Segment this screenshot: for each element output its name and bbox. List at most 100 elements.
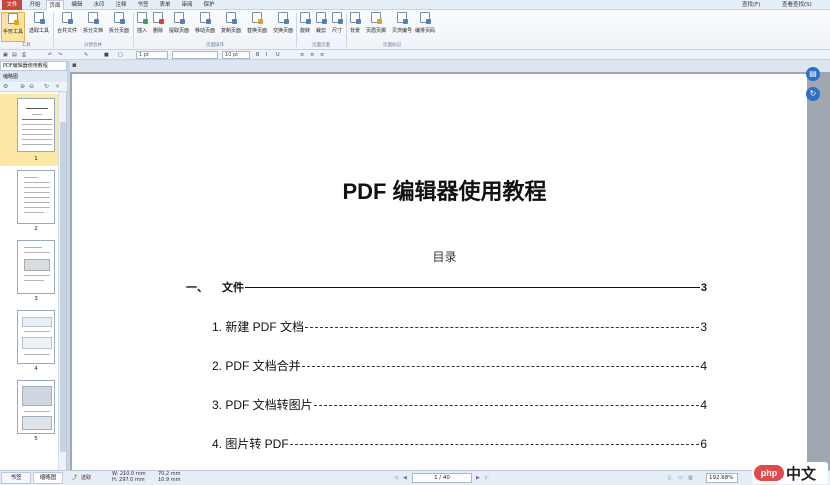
- page-number-button[interactable]: 编排页码: [414, 12, 436, 42]
- tab-review[interactable]: 审阅: [178, 0, 196, 10]
- toc-page: 4: [700, 359, 707, 373]
- pen-icon[interactable]: ✎: [84, 51, 88, 59]
- tab-annotate[interactable]: 注释: [112, 0, 130, 10]
- copy-icon: [226, 12, 237, 24]
- size-icon: [332, 12, 343, 24]
- insert-button[interactable]: 插入: [135, 12, 149, 42]
- toc-text: 文件: [222, 282, 244, 294]
- save-icon[interactable]: ▤: [12, 51, 17, 59]
- open-icon[interactable]: ▣: [3, 51, 8, 59]
- facing-page-icon[interactable]: ▥: [688, 473, 693, 483]
- cursor-icon: [34, 12, 45, 24]
- tab-file[interactable]: 文件: [2, 0, 22, 10]
- document-tab[interactable]: PDF编辑器使用教程: [0, 61, 67, 71]
- page-indicator[interactable]: 1 / 40: [412, 473, 472, 483]
- bates-number-button[interactable]: 贝茨编号: [390, 12, 414, 42]
- line-width-select[interactable]: 1 pt: [136, 51, 168, 59]
- rotate-thumb-icon[interactable]: ↻: [44, 84, 49, 90]
- copy-page-button[interactable]: 复制页面: [219, 12, 243, 42]
- thumbnail-page[interactable]: 1: [0, 94, 58, 166]
- toc-entry[interactable]: 一、 文件 3: [186, 279, 707, 295]
- chat-icon[interactable]: ▤: [806, 67, 820, 81]
- cursor-y: 10.9 mm: [158, 477, 181, 483]
- status-bar: 书签 缩略图 ⤴ 选取 W: 210.0 mm H: 297.0 mm 70.2…: [0, 470, 830, 485]
- single-page-icon[interactable]: ▯: [668, 473, 671, 483]
- zoom-out-icon[interactable]: ⊖: [29, 84, 34, 90]
- tab-thumbnails[interactable]: 缩略图: [33, 472, 63, 484]
- group-label-page-ops: 页面操作: [206, 43, 224, 48]
- thumbnail-page[interactable]: 5: [17, 380, 55, 450]
- tab-form[interactable]: 表单: [156, 0, 174, 10]
- extract-page-button[interactable]: 提取页面: [167, 12, 191, 42]
- swap-page-button[interactable]: 交换页面: [271, 12, 295, 42]
- last-page-icon[interactable]: ▷: [485, 473, 489, 483]
- border-color-icon[interactable]: □: [118, 51, 123, 59]
- tab-page[interactable]: 页面: [46, 0, 64, 10]
- font-select[interactable]: [172, 51, 218, 59]
- tab-watermark[interactable]: 水印: [90, 0, 108, 10]
- undo-icon[interactable]: ↶: [48, 51, 52, 59]
- find-button[interactable]: 查找(F): [742, 0, 760, 10]
- move-page-button[interactable]: 移动页面: [193, 12, 217, 42]
- tab-bookmarks[interactable]: 书签: [1, 472, 31, 484]
- toc-entry[interactable]: 4. 图片转 PDF 6: [212, 435, 707, 452]
- page-options-icon[interactable]: ⚙: [3, 84, 8, 90]
- zoom-in-icon[interactable]: ⊕: [20, 84, 25, 90]
- sync-icon[interactable]: ↻: [806, 87, 820, 101]
- prev-page-icon[interactable]: ◀: [403, 473, 407, 483]
- toc-entry[interactable]: 2. PDF 文档合并 4: [212, 357, 707, 374]
- scrollbar-thumb[interactable]: [60, 122, 66, 452]
- thumbnail-page[interactable]: 4: [17, 310, 55, 378]
- toc-page: 3: [700, 282, 707, 294]
- underline-icon[interactable]: U: [276, 51, 280, 59]
- zoom-select[interactable]: 192.68%: [706, 473, 738, 483]
- background-button[interactable]: 背景: [348, 12, 362, 42]
- delete-button[interactable]: 删除: [151, 12, 165, 42]
- hand-tool-button[interactable]: 手形工具: [1, 12, 25, 42]
- next-page-icon[interactable]: ▶: [476, 473, 480, 483]
- tab-edit[interactable]: 编辑: [68, 0, 86, 10]
- split-doc-button[interactable]: 拆分文档: [81, 12, 105, 42]
- select-mode[interactable]: 选取: [81, 473, 91, 483]
- select-mode-icon[interactable]: ⤴: [72, 473, 77, 483]
- document-viewport[interactable]: PDF 编辑器使用教程 目录 一、 文件 3 1. 新建 PDF 文档 3 2.…: [70, 72, 830, 470]
- align-right-icon[interactable]: ≡: [320, 51, 324, 59]
- continuous-page-icon[interactable]: ▭: [678, 473, 683, 483]
- tab-bookmark[interactable]: 书签: [134, 0, 152, 10]
- fill-color-icon[interactable]: ■: [104, 51, 109, 59]
- align-center-icon[interactable]: ≡: [310, 51, 314, 59]
- merge-files-button[interactable]: 合并文件: [55, 12, 79, 42]
- thumbnail-image: [17, 380, 55, 434]
- bold-icon[interactable]: B: [256, 51, 259, 59]
- close-icon[interactable]: ▪: [72, 61, 77, 70]
- rotate-button[interactable]: 旋转: [298, 12, 312, 42]
- toc-entry[interactable]: 1. 新建 PDF 文档 3: [212, 318, 707, 335]
- tab-home[interactable]: 开始: [26, 0, 44, 10]
- thumbnail-page[interactable]: 2: [17, 170, 55, 238]
- align-left-icon[interactable]: ≡: [300, 51, 304, 59]
- tab-protect[interactable]: 保护: [200, 0, 218, 10]
- split-page-button[interactable]: 拆分页面: [107, 12, 131, 42]
- replace-page-button[interactable]: 替换页面: [245, 12, 269, 42]
- thumbnail-scrollbar[interactable]: [58, 92, 66, 470]
- thumbnail-page[interactable]: 3: [17, 240, 55, 308]
- swap-icon: [278, 12, 289, 24]
- print-icon[interactable]: ⎙: [22, 51, 26, 59]
- close-icon[interactable]: ×: [55, 84, 60, 90]
- first-page-icon[interactable]: ◁: [394, 473, 398, 483]
- toc-number: 一、: [186, 282, 208, 294]
- toc-entry[interactable]: 3. PDF 文档转图片 4: [212, 396, 707, 413]
- size-button[interactable]: 尺寸: [330, 12, 344, 42]
- find-view-button[interactable]: 查看查找(S): [782, 0, 812, 10]
- thumbnail-number: 4: [34, 366, 38, 372]
- crop-button[interactable]: 裁剪: [314, 12, 328, 42]
- italic-icon[interactable]: I: [266, 51, 267, 59]
- redo-icon[interactable]: ↷: [58, 51, 62, 59]
- merge-icon: [62, 12, 73, 24]
- font-size-select[interactable]: 10 pt: [222, 51, 250, 59]
- select-tool-button[interactable]: 选取工具: [27, 12, 51, 42]
- header-footer-button[interactable]: 页眉页脚: [364, 12, 388, 42]
- pdf-page[interactable]: PDF 编辑器使用教程 目录 一、 文件 3 1. 新建 PDF 文档 3 2.…: [72, 74, 807, 470]
- thumbnail-image: [17, 98, 55, 152]
- php-logo: php: [754, 465, 784, 481]
